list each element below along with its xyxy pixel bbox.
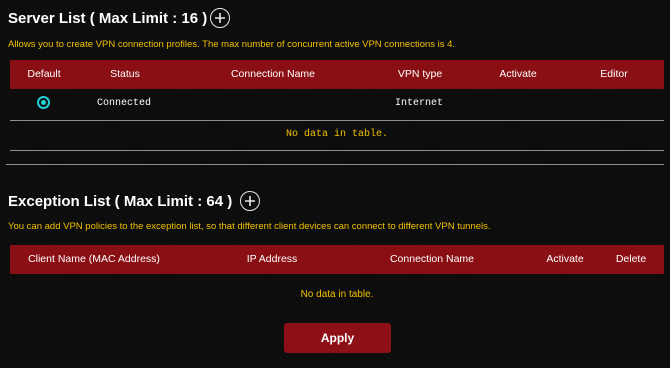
divider [10,150,664,151]
add-exception-plus-icon[interactable] [240,191,261,211]
col-connection-name: Connection Name [230,68,316,80]
col-client-name: Client Name (MAC Address) [28,253,160,265]
col-ip-address: IP Address [246,253,298,265]
exception-list-empty: No data in table. [300,289,374,300]
col-vpn-type: VPN type [397,68,443,80]
server-list-empty: No data in table. [285,129,389,140]
section-divider [6,164,664,165]
server-list-title: Server List ( Max Limit : 16 ) [8,9,208,27]
server-list-description: Allows you to create VPN connection prof… [8,39,456,50]
exception-list-title: Exception List ( Max Limit : 64 ) [8,192,233,210]
divider [10,120,664,121]
server-row-vpn-type: Internet [395,98,444,109]
apply-button[interactable]: Apply [284,323,391,353]
col-default: Default [27,68,61,80]
server-row-status: Connected [97,98,152,109]
col-delete: Delete [615,253,647,265]
add-server-plus-icon[interactable] [210,8,231,28]
exception-list-heading: Exception List ( Max Limit : 64 ) [8,191,261,211]
col-connection-name: Connection Name [389,253,475,265]
col-activate: Activate [546,253,584,265]
exception-list-description: You can add VPN policies to the exceptio… [8,221,491,232]
col-activate: Activate [499,68,537,80]
default-radio-icon[interactable] [37,96,50,109]
col-status: Status [110,68,140,80]
server-list-heading: Server List ( Max Limit : 16 ) [8,8,231,28]
vpn-fusion-page: Server List ( Max Limit : 16 ) Allows yo… [0,0,670,368]
col-editor: Editor [600,68,628,80]
server-list-header: Default Status Connection Name VPN type … [10,60,664,89]
exception-list-header: Client Name (MAC Address) IP Address Con… [10,245,664,274]
